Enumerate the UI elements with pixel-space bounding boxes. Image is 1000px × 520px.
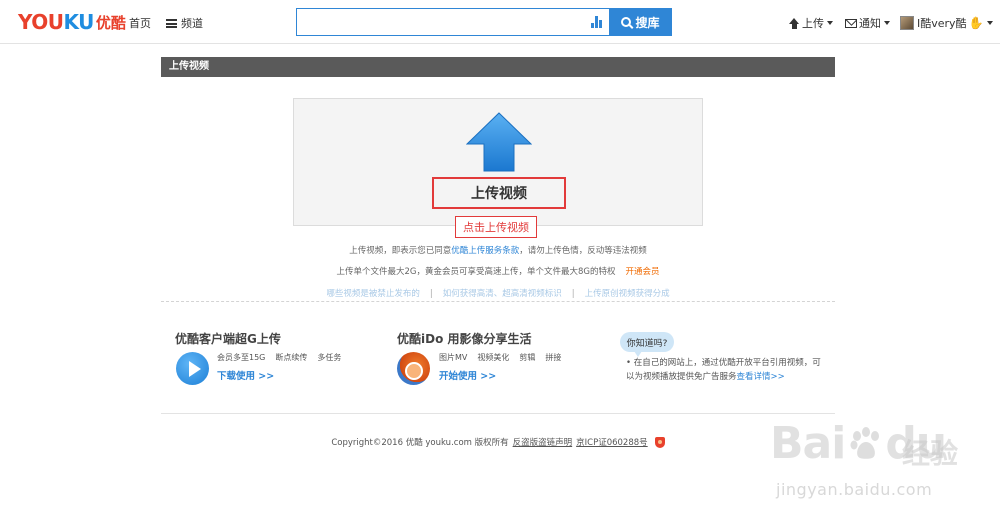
logo-text-cn: 优酷: [95, 13, 126, 32]
search-input[interactable]: [297, 9, 577, 35]
search-button[interactable]: 搜库: [609, 8, 672, 36]
upload-menu-label: 上传: [802, 17, 824, 30]
divider: [161, 301, 835, 302]
search-box: [296, 8, 610, 36]
help-link-hd[interactable]: 如何获得高清、超高清视频标识: [443, 289, 562, 299]
anti-piracy-link[interactable]: 反盗版盗链声明: [513, 436, 573, 448]
shield-icon: [654, 436, 665, 448]
help-link-forbidden[interactable]: 哪些视频是被禁止发布的: [326, 289, 420, 299]
nav-channel-label: 频道: [181, 17, 203, 30]
logo-text-ku: KU: [63, 10, 95, 34]
hand-icon: ✋: [968, 16, 984, 30]
menu-icon: [166, 19, 177, 28]
page-title: 上传视频: [161, 57, 835, 77]
youku-logo[interactable]: YOUKU 优酷: [18, 10, 126, 34]
open-membership-link[interactable]: 开通会员: [625, 267, 659, 277]
client-feature-tags: 会员多至15G 断点续传 多任务: [217, 353, 342, 362]
voice-bars-icon[interactable]: [591, 16, 603, 28]
user-menu[interactable]: I酷very酷 ✋: [900, 15, 993, 31]
top-header: YOUKU 优酷 首页 频道 搜库 上传 通知 I酷very酷 ✋: [0, 0, 1000, 44]
view-details-link[interactable]: 查看详情>>: [737, 372, 785, 382]
upload-arrow-icon[interactable]: [466, 112, 532, 172]
chevron-down-icon: [827, 21, 833, 25]
footer-divider: [161, 413, 835, 414]
chevron-down-icon: [986, 21, 993, 25]
mail-icon: [845, 18, 857, 28]
username: I酷very酷: [917, 17, 967, 30]
upload-video-button[interactable]: 上传视频: [432, 177, 566, 209]
did-you-know-bubble: 你知道吗?: [620, 332, 674, 357]
paw-icon: [850, 427, 879, 459]
search-button-label: 搜库: [635, 15, 660, 30]
upload-menu[interactable]: 上传: [789, 15, 833, 31]
search-icon: [621, 17, 632, 27]
nav-channel[interactable]: 频道: [166, 15, 203, 31]
ido-app-icon[interactable]: [397, 352, 430, 385]
notify-menu-label: 通知: [859, 17, 881, 30]
download-client-link[interactable]: 下载使用 >>: [217, 368, 274, 382]
tip-text: • 在自己的网站上，通过优酷开放平台引用视频，可以为视频播放提供免广告服务查看详…: [626, 358, 821, 382]
nav-home[interactable]: 首页: [129, 15, 151, 31]
click-to-upload-annotation: 点击上传视频: [455, 216, 537, 238]
client-feature-title: 优酷客户端超G上传: [175, 332, 281, 346]
avatar: [900, 16, 914, 30]
notify-menu[interactable]: 通知: [845, 15, 890, 31]
logo-text-you: YOU: [18, 10, 64, 34]
help-link-revenue[interactable]: 上传原创视频获得分成: [585, 289, 670, 299]
icp-link[interactable]: 京ICP证060288号: [576, 436, 648, 448]
ido-feature-tags: 图片MV 视频美化 剪辑 拼接: [439, 353, 562, 362]
ido-feature-title: 优酷iDo 用影像分享生活: [397, 332, 532, 346]
copyright-text: Copyright©2016 优酷 youku.com 版权所有: [331, 438, 509, 448]
footer: Copyright©2016 优酷 youku.com 版权所有 反盗版盗链声明…: [161, 436, 835, 448]
size-note: 上传单个文件最大2G，黄金会员可享受高速上传，单个文件最大8G的特权 开通会员: [336, 267, 660, 277]
help-links: 哪些视频是被禁止发布的 | 如何获得高清、超高清视频标识 | 上传原创视频获得分成: [326, 289, 670, 299]
start-ido-link[interactable]: 开始使用 >>: [439, 368, 496, 382]
terms-link[interactable]: 优酷上传服务条款: [451, 246, 519, 256]
terms-note: 上传视频，即表示您已同意优酷上传服务条款，请勿上传色情，反动等违法视频: [349, 246, 647, 256]
chevron-down-icon: [884, 21, 890, 25]
youku-client-icon[interactable]: [176, 352, 209, 385]
upload-icon: [789, 17, 800, 29]
baidu-jingyan-watermark: Bai du 经验 jingyan.baidu.com: [770, 418, 959, 499]
